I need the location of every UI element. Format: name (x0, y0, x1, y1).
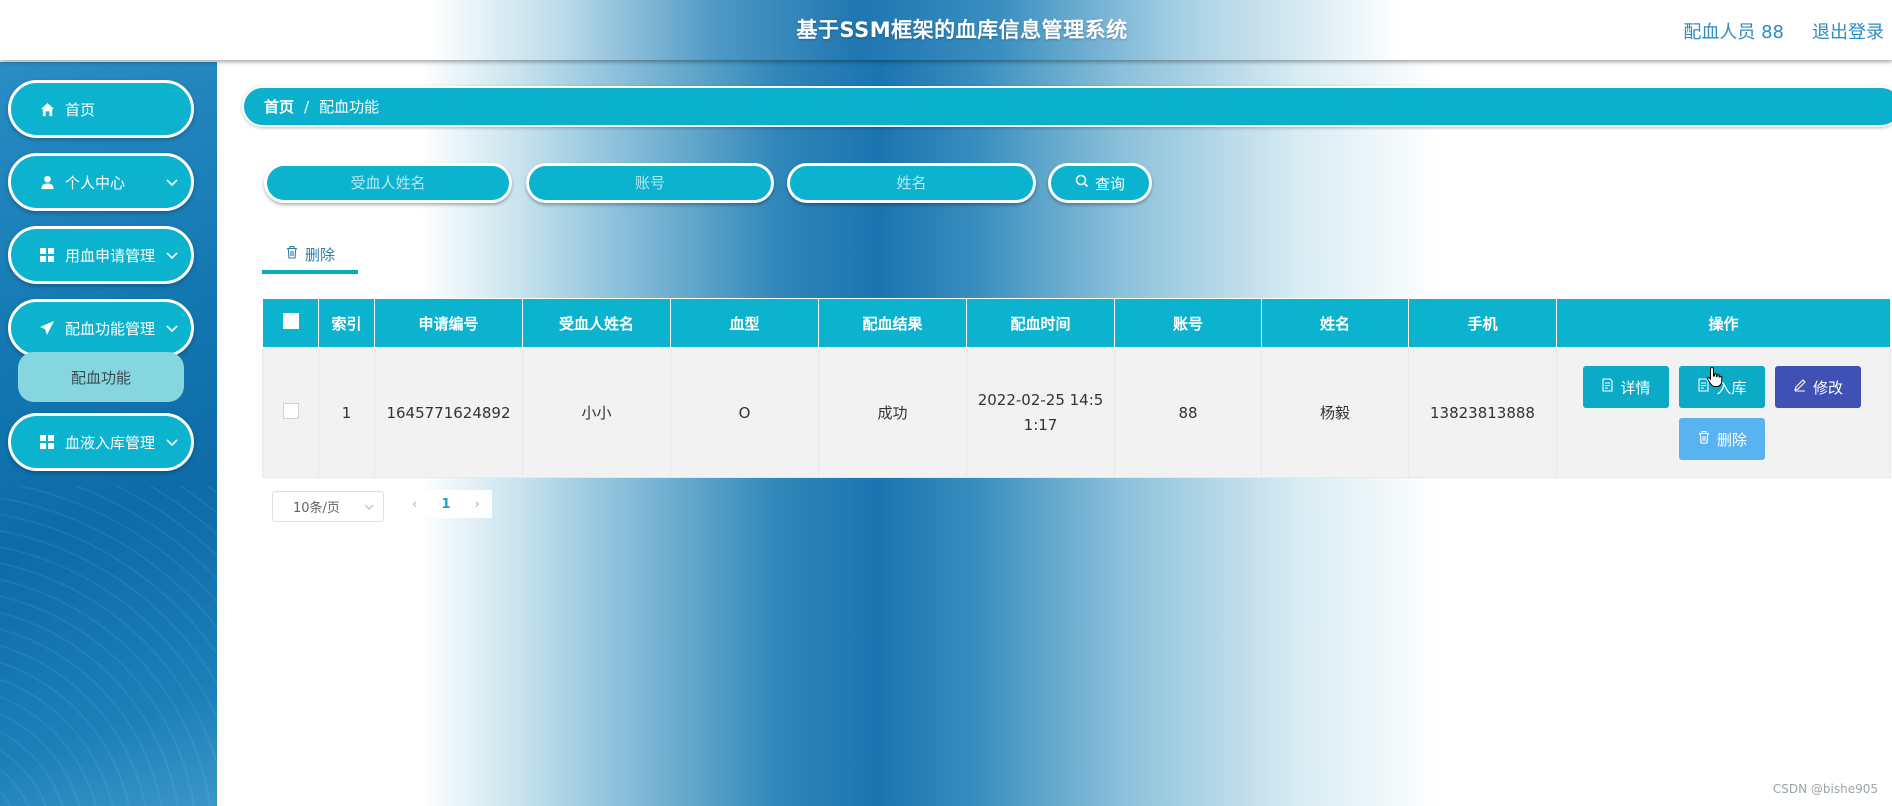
pager: ‹ 1 › (400, 490, 492, 518)
column-header: 血型 (670, 298, 819, 348)
chevron-down-icon (165, 435, 179, 449)
name-input[interactable] (787, 163, 1036, 203)
recipient-name-input[interactable] (264, 163, 512, 203)
next-page-button[interactable]: › (475, 497, 480, 512)
grid-icon (39, 434, 55, 450)
page-size-select[interactable]: 10条/页 (272, 491, 384, 522)
select-all-cell (262, 298, 319, 348)
sidebar-item-blood-request[interactable]: 用血申请管理 (8, 226, 194, 284)
edit-label: 修改 (1812, 378, 1843, 397)
watermark: CSDN @bishe905 (1772, 782, 1878, 796)
page-size-value: 10条/页 (293, 501, 340, 516)
search-button[interactable]: 查询 (1048, 163, 1152, 203)
cell-blood-type: O (670, 347, 819, 478)
chevron-down-icon (165, 321, 179, 335)
search-icon (1075, 174, 1089, 192)
current-user: 配血人员 88 (1683, 22, 1784, 43)
edit-button[interactable]: 修改 (1775, 366, 1861, 408)
toolbar-underline (262, 270, 358, 274)
search-button-label: 查询 (1094, 174, 1125, 193)
column-header: 手机 (1408, 298, 1557, 348)
detail-label: 详情 (1620, 378, 1651, 397)
sidebar-item-label: 用血申请管理 (65, 246, 156, 265)
sidebar-subitem-crossmatch[interactable]: 配血功能 (18, 352, 184, 402)
column-header: 操作 (1556, 298, 1891, 348)
column-header: 申请编号 (374, 298, 523, 348)
home-icon (39, 101, 55, 117)
sidebar-item-crossmatch[interactable]: 配血功能管理 (8, 299, 194, 357)
cell-name: 杨毅 (1261, 347, 1409, 478)
sidebar-item-home[interactable]: 首页 (8, 80, 194, 138)
send-icon (39, 320, 55, 336)
grid-icon (39, 247, 55, 263)
row-select-cell (262, 347, 319, 478)
row-delete-label: 删除 (1716, 430, 1747, 449)
pencil-icon (1793, 378, 1807, 396)
column-header: 配血结果 (818, 298, 967, 348)
column-header: 账号 (1114, 298, 1262, 348)
cell-apply-no: 1645771624892 (374, 347, 523, 478)
trash-icon (1697, 430, 1711, 448)
breadcrumb-home[interactable]: 首页 (264, 96, 294, 117)
breadcrumb: 首页 / 配血功能 (242, 86, 1892, 127)
column-header: 配血时间 (966, 298, 1115, 348)
trash-icon (285, 245, 299, 263)
column-header: 受血人姓名 (522, 298, 671, 348)
breadcrumb-current: 配血功能 (319, 98, 380, 116)
cell-account: 88 (1114, 347, 1262, 478)
cell-time-text: 2022-02-25 14:51:17 (977, 390, 1104, 434)
sidebar-item-label: 首页 (65, 100, 96, 119)
chevron-down-icon (165, 248, 179, 262)
cell-time: 2022-02-25 14:51:17 (966, 347, 1115, 478)
chevron-down-icon (363, 501, 375, 513)
column-header: 姓名 (1261, 298, 1409, 348)
hand-cursor-icon (1706, 366, 1724, 388)
chevron-down-icon (165, 175, 179, 189)
detail-button[interactable]: 详情 (1583, 366, 1669, 408)
user-icon (39, 174, 55, 190)
cell-recipient: 小小 (522, 347, 671, 478)
logout-link[interactable]: 退出登录 (1812, 18, 1884, 44)
document-icon (1601, 378, 1614, 396)
row-delete-button[interactable]: 删除 (1679, 418, 1765, 460)
account-input[interactable] (526, 163, 774, 203)
breadcrumb-separator: / (304, 97, 310, 116)
cell-result: 成功 (818, 347, 967, 478)
select-all-checkbox[interactable] (282, 313, 299, 329)
cell-phone: 13823813888 (1408, 347, 1557, 478)
sidebar-item-label: 配血功能管理 (65, 319, 156, 338)
page-number-current[interactable]: 1 (441, 497, 450, 512)
table-header-row: 索引 申请编号 受血人姓名 血型 配血结果 配血时间 账号 姓名 手机 操作 (262, 298, 1891, 348)
batch-delete-label: 删除 (304, 245, 335, 264)
column-header: 索引 (318, 298, 375, 348)
cell-index: 1 (318, 347, 375, 478)
row-checkbox[interactable] (282, 402, 299, 419)
sidebar-item-blood-stock[interactable]: 血液入库管理 (8, 413, 194, 471)
sidebar-item-label: 血液入库管理 (65, 433, 156, 452)
app-title: 基于SSM框架的血库信息管理系统 (796, 18, 1128, 42)
sidebar-item-label: 个人中心 (65, 173, 126, 192)
data-table: 索引 申请编号 受血人姓名 血型 配血结果 配血时间 账号 姓名 手机 操作 1… (262, 298, 1891, 478)
top-header: 基于SSM框架的血库信息管理系统 配血人员 88 退出登录 (0, 0, 1892, 60)
sidebar-item-personal-center[interactable]: 个人中心 (8, 153, 194, 211)
table-row: 1 1645771624892 小小 O 成功 2022-02-25 14:51… (262, 347, 1891, 478)
prev-page-button[interactable]: ‹ (412, 497, 417, 512)
